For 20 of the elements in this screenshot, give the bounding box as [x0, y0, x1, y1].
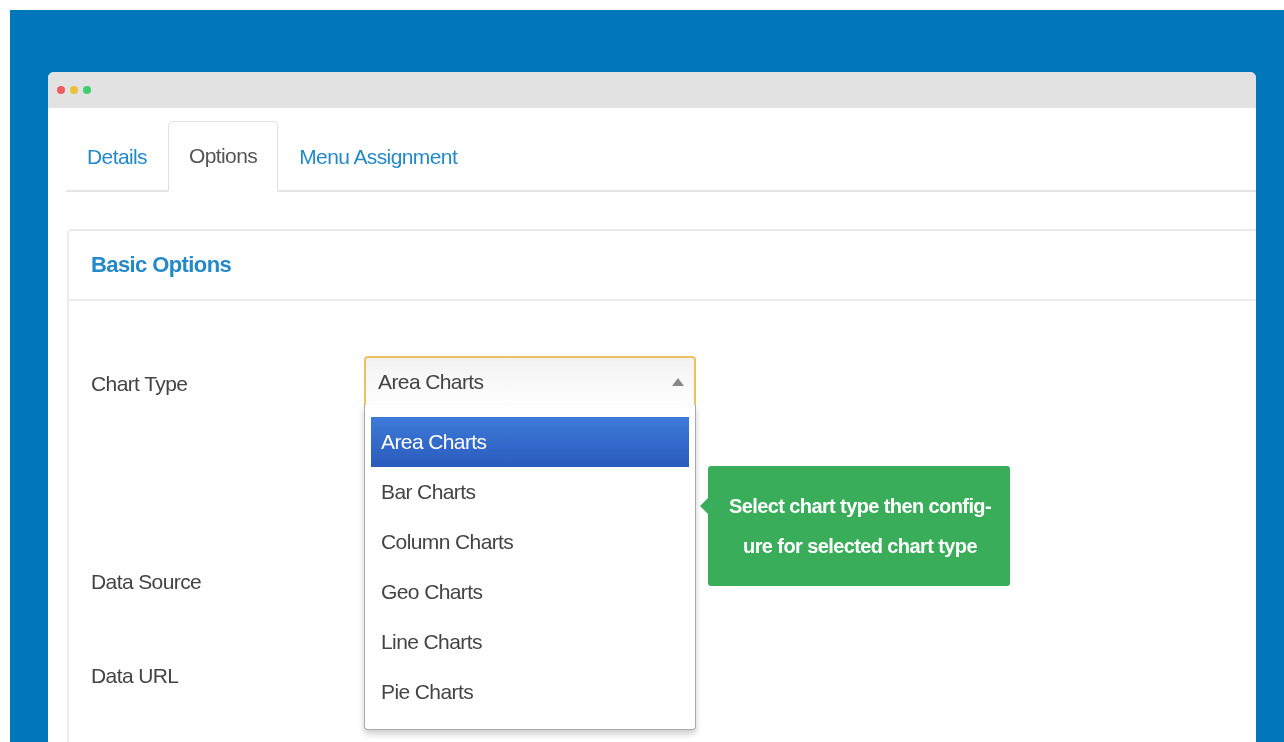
dropdown-option[interactable]: Bar Charts	[371, 467, 689, 517]
tab[interactable]: Menu Assignment	[278, 121, 479, 192]
tooltip-arrow-icon	[700, 498, 708, 514]
tab[interactable]: Options	[168, 121, 279, 192]
dropdown-option[interactable]: Pie Charts	[371, 667, 689, 717]
field-label: Data URL	[91, 664, 180, 689]
field-label: Data Source	[91, 570, 203, 595]
minimize-dot-icon[interactable]	[70, 86, 78, 94]
close-dot-icon[interactable]	[57, 86, 65, 94]
dropdown-option[interactable]: Column Charts	[371, 517, 689, 567]
caret-up-icon	[672, 378, 684, 386]
dropdown-option[interactable]: Geo Charts	[371, 567, 689, 617]
select-field[interactable]: Area Charts	[364, 356, 696, 406]
tab[interactable]: Details	[66, 121, 168, 192]
dropdown-option[interactable]: Area Charts	[371, 417, 689, 467]
tooltip: Select chart type then config-ure for selected chart type	[708, 466, 1010, 586]
maximize-dot-icon[interactable]	[83, 86, 91, 94]
field-label: Chart Type	[91, 371, 189, 397]
panel-title: Basic Options	[91, 252, 232, 278]
dropdown-option[interactable]: Line Charts	[371, 617, 689, 667]
